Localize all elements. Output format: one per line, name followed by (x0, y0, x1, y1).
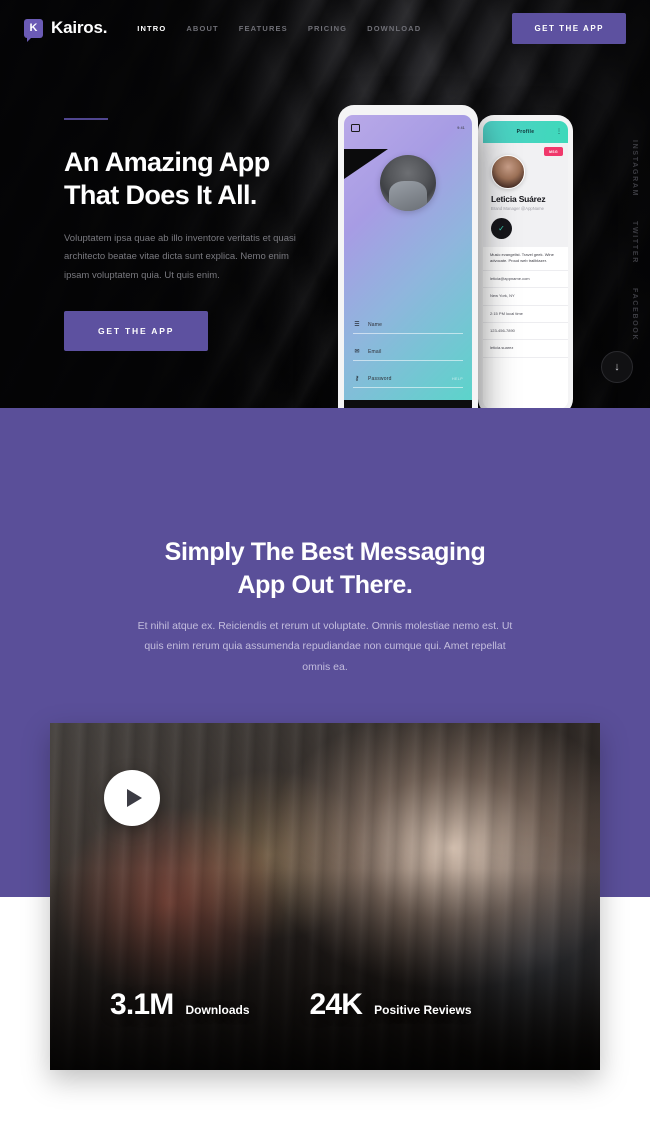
hero-get-the-app-button[interactable]: GET THE APP (64, 311, 209, 352)
profile-row-local-time: 2:15 PM local time (483, 306, 568, 323)
signup-field-password-label: Password (368, 375, 392, 382)
nav-item-pricing[interactable]: PRICING (308, 24, 347, 33)
hero-accent-line (64, 118, 108, 120)
person-lines-icon: ☰ (354, 322, 360, 328)
logo[interactable]: K Kairos. (24, 18, 108, 42)
messaging-section-subtitle: Et nihil atque ex. Reiciendis et rerum u… (137, 620, 513, 673)
profile-row-handle: leticia.suarez (483, 340, 568, 358)
profile-row-bio: Music evangelist. Travel geek. Wine advo… (483, 247, 568, 271)
status-bar-time: 9:41 (457, 126, 465, 130)
social-link-twitter[interactable]: TWITTER (631, 221, 638, 264)
signup-field-name[interactable]: ☰ Name (353, 315, 463, 334)
hero-title-line-1: An Amazing App (64, 147, 270, 177)
video-card: 3.1M Downloads 24K Positive Reviews (50, 723, 600, 1070)
signup-user-avatar (380, 155, 436, 211)
signup-screen: 9:41 ☰ Name ✉ Email ⚷ Password HELP (344, 115, 472, 408)
phone-signup-mockup: 9:41 ☰ Name ✉ Email ⚷ Password HELP (338, 105, 478, 408)
kebab-menu-icon[interactable]: ⋮ (556, 129, 562, 135)
nav-item-features[interactable]: FEATURES (239, 24, 288, 33)
site-header: K Kairos. INTRO ABOUT FEATURES PRICING D… (0, 0, 650, 56)
social-links-rail: INSTAGRAM TWITTER FACEBOOK (631, 140, 638, 341)
phone-profile-mockup: Profile ⋮ MSG Leticia Suárez Brand Manag… (478, 115, 573, 408)
nav-item-about[interactable]: ABOUT (186, 24, 218, 33)
messaging-title-line-2: App Out There. (237, 571, 413, 599)
hero-copy: An Amazing App That Does It All. Volupta… (64, 118, 334, 352)
stat-reviews: 24K Positive Reviews (310, 988, 472, 1022)
hero-title-line-2: That Does It All. (64, 180, 257, 211)
profile-message-badge[interactable]: MSG (544, 147, 563, 156)
social-link-facebook[interactable]: FACEBOOK (631, 288, 638, 341)
signup-status-bar: 9:41 (344, 115, 472, 141)
stat-downloads: 3.1M Downloads (110, 988, 250, 1022)
profile-row-email: leticia@appname.com (483, 271, 568, 289)
signup-field-password[interactable]: ⚷ Password HELP (353, 369, 463, 388)
signup-form-fields: ☰ Name ✉ Email ⚷ Password HELP (344, 315, 472, 400)
play-icon (127, 789, 142, 807)
profile-verified-check-icon: ✓ (491, 218, 512, 239)
main-nav: INTRO ABOUT FEATURES PRICING DOWNLOAD (137, 24, 421, 33)
signup-password-help-link[interactable]: HELP (452, 377, 463, 381)
stat-downloads-value: 3.1M (110, 988, 174, 1021)
hero-title: An Amazing App That Does It All. (64, 146, 334, 213)
signup-navigation-bar: Next (344, 400, 472, 408)
profile-detail-rows: Music evangelist. Travel geek. Wine advo… (483, 247, 568, 408)
profile-name: Leticia Suárez (491, 194, 546, 204)
messaging-title-line-1: Simply The Best Messaging (164, 538, 486, 566)
profile-screen-title: Profile (516, 129, 535, 135)
logo-wordmark: Kairos. (51, 18, 108, 37)
signup-field-name-label: Name (368, 321, 383, 328)
stats-row: 3.1M Downloads 24K Positive Reviews (110, 988, 472, 1022)
hero-section: K Kairos. INTRO ABOUT FEATURES PRICING D… (0, 0, 650, 408)
profile-row-location: New York, NY (483, 288, 568, 306)
camera-icon[interactable] (351, 124, 360, 132)
nav-item-intro[interactable]: INTRO (137, 24, 166, 33)
profile-topbar: Profile ⋮ (483, 121, 568, 143)
envelope-icon: ✉ (354, 349, 360, 355)
scroll-down-icon[interactable]: ↓ (601, 351, 633, 383)
profile-role: Brand Manager @AppName (491, 206, 544, 211)
social-link-instagram[interactable]: INSTAGRAM (631, 140, 638, 197)
phone-mockups: Profile ⋮ MSG Leticia Suárez Brand Manag… (330, 100, 590, 408)
profile-screen: Profile ⋮ MSG Leticia Suárez Brand Manag… (483, 121, 568, 408)
profile-row-phone: 123-456-7890 (483, 323, 568, 341)
nav-item-download[interactable]: DOWNLOAD (367, 24, 421, 33)
play-button[interactable] (104, 770, 160, 826)
stat-reviews-label: Positive Reviews (374, 1003, 472, 1017)
stat-downloads-label: Downloads (185, 1003, 250, 1017)
profile-avatar (491, 155, 525, 189)
key-icon: ⚷ (354, 376, 360, 382)
messaging-section-title: Simply The Best Messaging App Out There. (0, 536, 650, 602)
logo-mark-icon: K (24, 18, 43, 42)
signup-field-email[interactable]: ✉ Email (353, 342, 463, 361)
landing-page: K Kairos. INTRO ABOUT FEATURES PRICING D… (0, 0, 650, 1121)
header-get-the-app-button[interactable]: GET THE APP (512, 12, 626, 44)
stat-reviews-value: 24K (309, 988, 363, 1021)
signup-field-email-label: Email (368, 348, 382, 355)
hero-subtitle: Voluptatem ipsa quae ab illo inventore v… (64, 232, 296, 281)
profile-header-block: MSG Leticia Suárez Brand Manager @AppNam… (483, 143, 568, 247)
